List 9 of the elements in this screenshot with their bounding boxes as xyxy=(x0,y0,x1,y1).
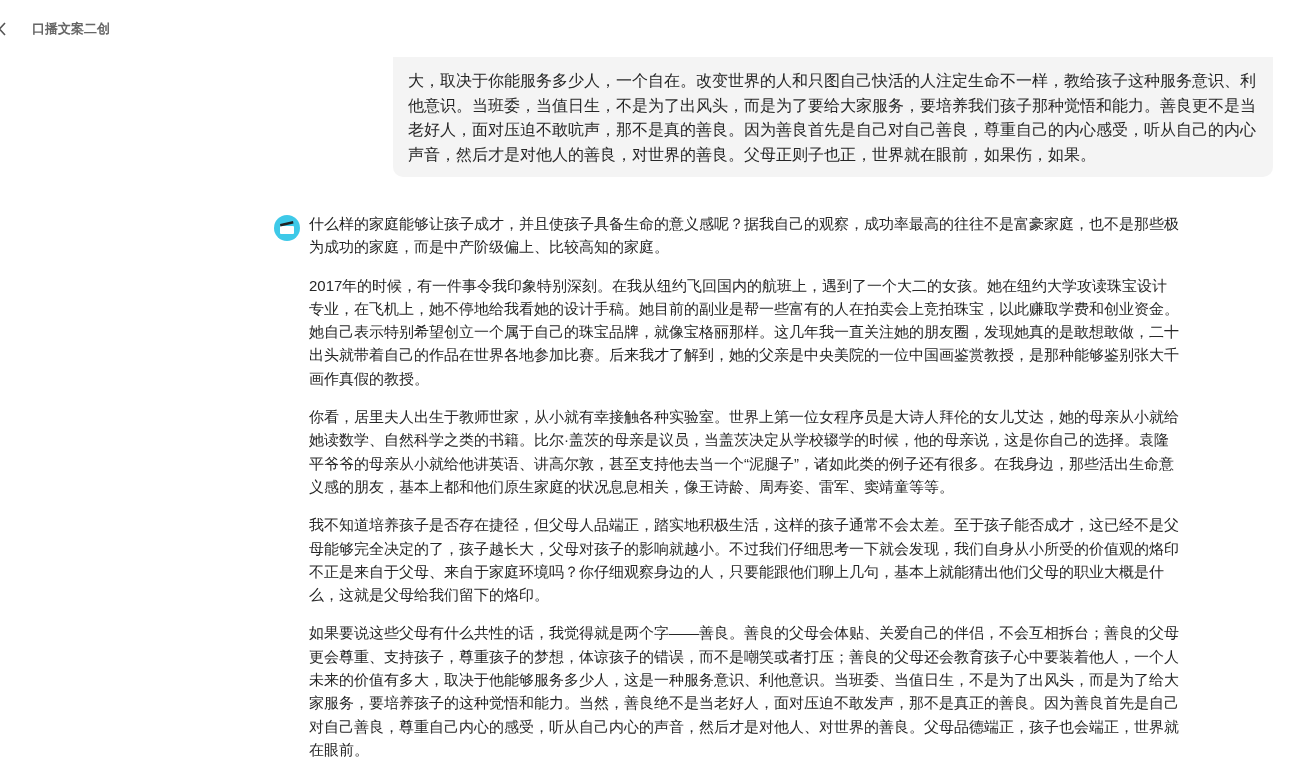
answer-paragraph: 2017年的时候，有一件事令我印象特别深刻。在我从纽约飞回国内的航班上，遇到了一个大二的女孩。她在纽约大学攻读珠宝设计 专业，在飞机上，她不停地给我看她的设计手稿。她目前的副业是帮一些富有的人在拍卖会上竞拍珠宝，以此赚取学费和创业资金。 她自己表示特别希望创立一个属于自己的珠宝品牌，就像宝格丽那样。这几年我一直关注她的朋友圈，发现她真的是敢想敢做，二十 出头就带着自己的作品在世界各地参加比赛。后来我才了解到，她的父亲是中央美院的一位中国画鉴赏教授，是那种能够鉴别张大千 画作真假的教授。 xyxy=(309,275,1179,389)
page-title: 口播文案二创 xyxy=(32,19,110,38)
answer-paragraph: 你看，居里夫人出生于教师世家，从小就有幸接触各种实验室。世界上第一位女程序员是大诗人拜伦的女儿艾达，她的母亲从小就给 她读数学、自然科学之类的书籍。比尔·盖茨的母亲是议员，当盖茨决定从学校辍学的时候，他的母亲说，这是你自己的选择。袁隆 平爷爷的母亲从小就给他讲英语、讲高尔敦，甚至支持他去当一个“泥腿子”，诸如此类的例子还有很多。在我身边，那些活出生命意 义感的朋友，基本上都和他们原生家庭的状况息息相关，像王诗龄、周寿姿、雷军、窦靖童等等。 xyxy=(309,407,1179,497)
user-message: 大，取决于你能服务多少人，一个自在。改变世界的人和只图自己快活的人注定生命不一样，教给孩子这种服务意识、利 他意识。当班委，当值日生，不是为了出风头，而是为了要给大家服务，要培养我们孩子那种觉悟和能力。善良更不是当 老好人，面对压迫不敢吭声，那不是真的善良。因为善良首先是自己对自己善良，尊重自己的内心感受，听从自己的内心 声音，然后才是对他人的善良，对世界的善良。父母正则子也正，世界就在眼前，如果伤，如果。 xyxy=(408,71,1257,165)
avatar-icon xyxy=(274,215,300,241)
answer-paragraph: 我不知道培养孩子是否存在捷径，但父母人品端正，踏实地积极生活，这样的孩子通常不会太差。至于孩子能否成才，这已经不是父 母能够完全决定的了，孩子越长大，父母对孩子的影响就越小。不过我们仔细思考一下就会发现，我们自身从小所受的价值观的烙印 不正是来自于父母、来自于家庭环境吗？你仔细观察身边的人，只要能跟他们聊上几句，基本上就能猜出他们父母的职业大概是什 么，这就是父母给我们留下的烙印。 xyxy=(309,515,1179,606)
back-icon[interactable] xyxy=(0,21,7,36)
answer-paragraph: 什么样的家庭能够让孩子成才，并且使孩子具备生命的意义感呢？据我自己的观察，成功率最高的往往不是富豪家庭，也不是那些极 为成功的家庭，而是中产阶级偏上、比较高知的家庭。 xyxy=(309,214,1179,258)
answer-paragraph: 如果要说这些父母有什么共性的话，我觉得就是两个字——善良。善良的父母会体贴、关爱自己的伴侣，不会互相拆台；善良的父母 更会尊重、支持孩子，尊重孩子的梦想，体谅孩子的错误，而不是嘲笑或者打压；善良的父母还会教育孩子心中要装着他人，一个人 未来的价值有多大，取决于他能够服务多少人，这是一种服务意识、利他意识。当班委、当值日生，不是为了出风头，而是为了给大 家服务，要培养孩子的这种觉悟和能力。当然，善良绝不是当老好人，面对压迫不敢发声，那不是真正的善良。因为善良首先是自己 对自己善良，尊重自己内心的感受，听从自己内心的声音，然后才是对他人、对世界的善良。父母品德端正，孩子也会端正，世界就 在眼前。 xyxy=(309,623,1179,760)
